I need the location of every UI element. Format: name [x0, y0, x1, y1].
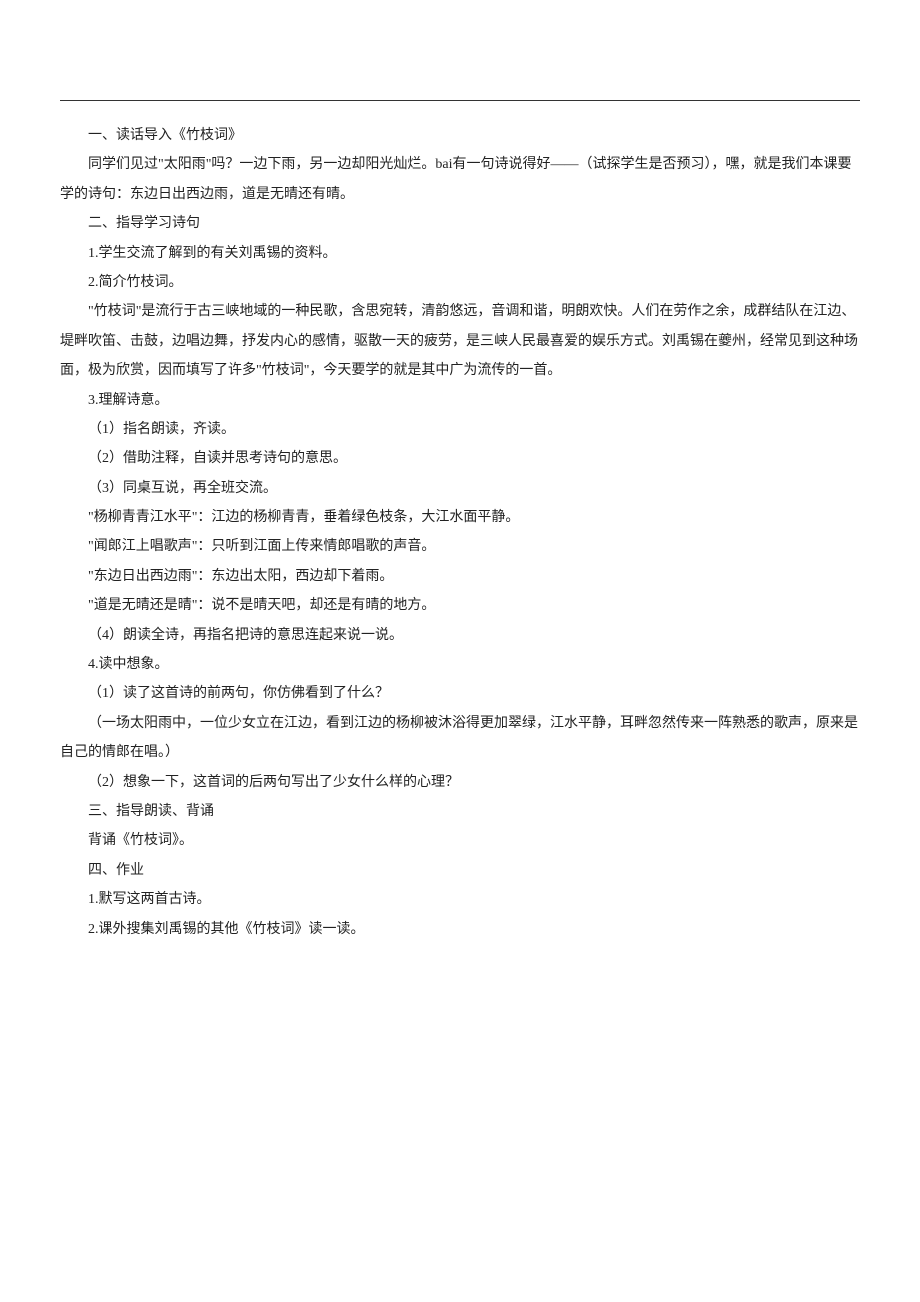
section-heading-3: 三、指导朗读、背诵 — [60, 797, 860, 826]
item-2-3: 3.理解诗意。 — [60, 386, 860, 415]
verse-explain-2: "闻郎江上唱歌声"：只听到江面上传来情郎唱歌的声音。 — [60, 532, 860, 561]
homework-2: 2.课外搜集刘禹锡的其他《竹枝词》读一读。 — [60, 915, 860, 944]
paragraph-zhuzhici: "竹枝词"是流行于古三峡地域的一种民歌，含思宛转，清韵悠远，音调和谐，明朗欢快。… — [60, 297, 860, 385]
document-content: 一、读话导入《竹枝词》 同学们见过"太阳雨"吗？一边下雨，另一边却阳光灿烂。ba… — [60, 121, 860, 944]
section-heading-2: 二、指导学习诗句 — [60, 209, 860, 238]
item-2-2: 2.简介竹枝词。 — [60, 268, 860, 297]
section-heading-1: 一、读话导入《竹枝词》 — [60, 121, 860, 150]
subitem-3-2: （2）借助注释，自读并思考诗句的意思。 — [60, 444, 860, 473]
verse-explain-4: "道是无晴还是晴"：说不是晴天吧，却还是有晴的地方。 — [60, 591, 860, 620]
subitem-3-3: （3）同桌互说，再全班交流。 — [60, 474, 860, 503]
subitem-4-2: （2）想象一下，这首词的后两句写出了少女什么样的心理？ — [60, 768, 860, 797]
verse-explain-1: "杨柳青青江水平"：江边的杨柳青青，垂着绿色枝条，大江水面平静。 — [60, 503, 860, 532]
page-container: 一、读话导入《竹枝词》 同学们见过"太阳雨"吗？一边下雨，另一边却阳光灿烂。ba… — [0, 0, 920, 1004]
item-2-4: 4.读中想象。 — [60, 650, 860, 679]
subitem-3-1: （1）指名朗读，齐读。 — [60, 415, 860, 444]
paragraph-imagination: （一场太阳雨中，一位少女立在江边，看到江边的杨柳被沐浴得更加翠绿，江水平静，耳畔… — [60, 709, 860, 768]
section-heading-4: 四、作业 — [60, 856, 860, 885]
subitem-4-1: （1）读了这首诗的前两句，你仿佛看到了什么？ — [60, 679, 860, 708]
subitem-3-4: （4）朗读全诗，再指名把诗的意思连起来说一说。 — [60, 621, 860, 650]
recite-line: 背诵《竹枝词》。 — [60, 826, 860, 855]
horizontal-rule — [60, 100, 860, 101]
paragraph-intro: 同学们见过"太阳雨"吗？一边下雨，另一边却阳光灿烂。bai有一句诗说得好——（试… — [60, 150, 860, 209]
item-2-1: 1.学生交流了解到的有关刘禹锡的资料。 — [60, 239, 860, 268]
homework-1: 1.默写这两首古诗。 — [60, 885, 860, 914]
verse-explain-3: "东边日出西边雨"：东边出太阳，西边却下着雨。 — [60, 562, 860, 591]
